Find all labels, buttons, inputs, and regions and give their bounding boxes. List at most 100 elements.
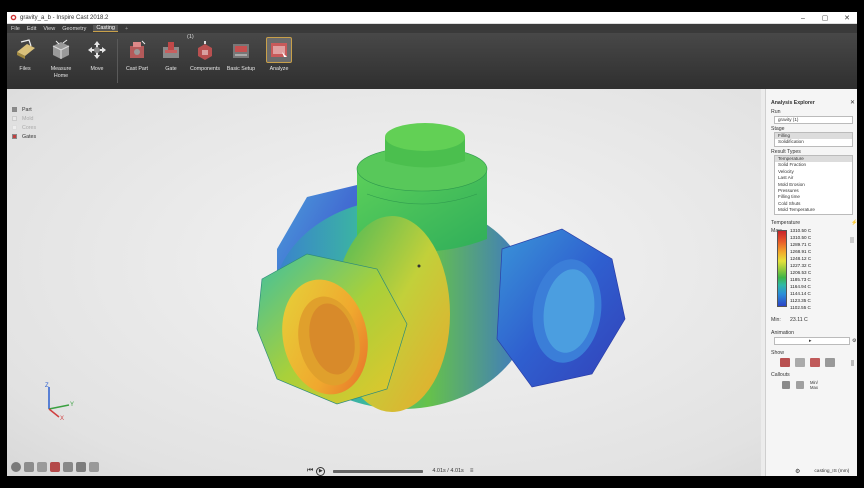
move-label: Move bbox=[90, 66, 104, 72]
units-label: casting_IS (mm) bbox=[814, 468, 850, 474]
analyze-label: Analyze bbox=[269, 66, 289, 72]
app-window: gravity_a_b - Inspire Cast 2018.2 – ▢ ✕ … bbox=[7, 12, 857, 476]
scale-value-label: 1289.71 C bbox=[790, 242, 812, 247]
scale-value-label: 1227.32 C bbox=[790, 263, 812, 268]
svg-text:Y: Y bbox=[70, 402, 74, 408]
callout-list-icon[interactable] bbox=[796, 381, 804, 389]
title-bar: gravity_a_b - Inspire Cast 2018.2 – ▢ ✕ bbox=[7, 12, 857, 24]
measure-icon bbox=[48, 37, 74, 63]
panel-title: Analysis Explorer bbox=[771, 100, 815, 106]
timeline-menu-icon[interactable]: ≡ bbox=[470, 468, 474, 474]
menu-file[interactable]: File bbox=[11, 26, 20, 32]
min-max-callout-button[interactable]: Min/ Max bbox=[810, 380, 818, 390]
basic-setup-label: Basic Setup bbox=[226, 66, 256, 72]
scale-handle-icon[interactable] bbox=[850, 237, 854, 243]
callouts-toolbar: Min/ Max bbox=[782, 380, 818, 390]
ribbon: (1) Files Measure Home Move Cast Part Ga… bbox=[7, 33, 857, 89]
scale-value-label: 1268.91 C bbox=[790, 249, 812, 254]
section-icon[interactable] bbox=[50, 462, 60, 472]
scale-options-icon[interactable]: ⚡ bbox=[851, 220, 857, 226]
orbit-icon[interactable] bbox=[11, 462, 21, 472]
show-gate-icon[interactable] bbox=[810, 358, 820, 367]
scale-value-label: 1310.50 C bbox=[790, 235, 812, 240]
casting-model[interactable] bbox=[7, 89, 761, 476]
view-toolbar bbox=[11, 462, 99, 474]
show-part-icon[interactable] bbox=[780, 358, 790, 367]
3d-viewport[interactable]: Part Mold Cores Gates Z Y X ⏮ ▶ 4.01s / … bbox=[7, 89, 806, 476]
gate-label: Gate bbox=[165, 66, 177, 72]
svg-text:X: X bbox=[60, 416, 64, 421]
menu-view[interactable]: View bbox=[43, 26, 55, 32]
files-button[interactable]: Files bbox=[7, 37, 43, 73]
stage-item-solidification[interactable]: Solidification bbox=[775, 139, 852, 145]
run-label: Run bbox=[771, 109, 781, 115]
menu-edit[interactable]: Edit bbox=[27, 26, 36, 32]
basic-setup-button[interactable]: Basic Setup bbox=[223, 37, 259, 73]
playback-bar: ⏮ ▶ 4.01s / 4.01s ≡ bbox=[307, 466, 476, 476]
view-cube-icon[interactable] bbox=[89, 462, 99, 472]
scale-value-label: 1206.53 C bbox=[790, 270, 812, 275]
temperature-color-scale bbox=[777, 230, 787, 307]
result-item[interactable]: Mold Temperature bbox=[775, 207, 852, 213]
run-value: gravity (1) bbox=[778, 117, 799, 122]
scale-min-value: 23.11 C bbox=[790, 317, 808, 323]
show-toolbar bbox=[780, 358, 835, 367]
scale-min-label: Min: bbox=[771, 317, 781, 323]
window-title: gravity_a_b - Inspire Cast 2018.2 bbox=[20, 14, 109, 21]
analysis-explorer-panel: Analysis Explorer ✕ Run gravity (1) Stag… bbox=[765, 89, 857, 476]
cast-part-button[interactable]: Cast Part bbox=[119, 37, 155, 73]
callouts-label: Callouts bbox=[771, 372, 790, 378]
zoom-icon[interactable] bbox=[37, 462, 47, 472]
animation-slider[interactable]: ▸ bbox=[774, 337, 850, 345]
pan-icon[interactable] bbox=[24, 462, 34, 472]
render-mode-icon[interactable] bbox=[76, 462, 86, 472]
run-select[interactable]: gravity (1) bbox=[774, 116, 853, 125]
menu-geometry[interactable]: Geometry bbox=[62, 26, 86, 32]
scale-value-label: 1144.14 C bbox=[790, 291, 811, 296]
add-callout-icon[interactable] bbox=[782, 381, 790, 389]
components-button[interactable]: Components bbox=[187, 37, 223, 73]
status-settings-icon[interactable]: ⚙ bbox=[795, 468, 800, 475]
gate-button[interactable]: Gate bbox=[153, 37, 189, 73]
timeline-progress bbox=[333, 469, 424, 473]
analyze-icon bbox=[266, 37, 292, 63]
result-types-list: Temperature Solid Fraction Velocity Last… bbox=[774, 155, 853, 215]
scale-value-label: 1123.35 C bbox=[790, 298, 811, 303]
panel-close-icon[interactable]: ✕ bbox=[850, 99, 855, 106]
scale-value-label: 1164.94 C bbox=[790, 284, 811, 289]
show-label: Show bbox=[771, 350, 784, 356]
cast-part-label: Cast Part bbox=[125, 66, 149, 72]
svg-text:Z: Z bbox=[45, 383, 49, 389]
stage-list: Filling Solidification bbox=[774, 132, 853, 147]
scale-value-label: 1185.73 C bbox=[790, 277, 811, 282]
timeline-track[interactable] bbox=[333, 469, 424, 473]
measure-button[interactable]: Measure Home bbox=[43, 37, 79, 79]
show-cores-icon[interactable] bbox=[825, 358, 835, 367]
gate-icon bbox=[158, 37, 184, 63]
minimize-button[interactable]: – bbox=[793, 12, 813, 24]
add-tab-button[interactable]: + bbox=[125, 26, 128, 32]
cast-part-icon bbox=[124, 37, 150, 63]
move-icon bbox=[84, 37, 110, 63]
menu-casting[interactable]: Casting bbox=[93, 25, 118, 32]
animation-settings-icon[interactable]: ⚙ bbox=[852, 338, 856, 344]
status-bar: ⚙ casting_IS (mm) bbox=[765, 466, 857, 476]
show-mold-icon[interactable] bbox=[795, 358, 805, 367]
fit-view-icon[interactable] bbox=[63, 462, 73, 472]
move-button[interactable]: Move bbox=[79, 37, 115, 73]
scale-value-label: 1102.55 C bbox=[790, 305, 811, 310]
close-button[interactable]: ✕ bbox=[837, 12, 857, 24]
show-more-icon[interactable] bbox=[851, 360, 854, 366]
play-icon[interactable]: ▶ bbox=[316, 466, 326, 476]
animation-play-icon[interactable]: ▸ bbox=[809, 338, 812, 344]
scale-title: Temperature bbox=[771, 220, 801, 226]
maximize-button[interactable]: ▢ bbox=[815, 12, 835, 24]
analyze-button[interactable]: Analyze bbox=[261, 37, 297, 73]
measure-label: Measure Home bbox=[50, 66, 72, 79]
animation-label: Animation bbox=[771, 330, 795, 336]
skip-back-icon[interactable]: ⏮ bbox=[307, 467, 313, 475]
basic-setup-icon bbox=[228, 37, 254, 63]
scale-value-label: 1310.50 C bbox=[790, 228, 812, 233]
files-icon bbox=[12, 37, 38, 63]
ribbon-divider bbox=[117, 39, 118, 83]
